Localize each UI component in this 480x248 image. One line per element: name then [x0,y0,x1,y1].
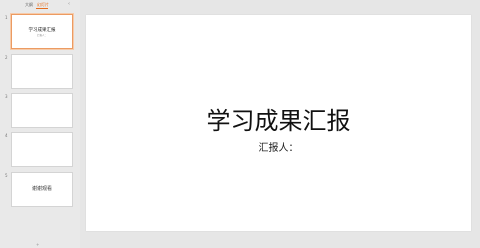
slide-thumbnail-1[interactable]: 学习成果汇报 汇报人： [11,14,73,49]
slide-title[interactable]: 学习成果汇报 [86,107,471,135]
thumbnail-title: 学习成果汇报 [28,28,56,33]
slide-thumbnail-panel: 大纲 幻灯片 ‹ 1 学习成果汇报 汇报人： 2 3 4 5 谢谢观看 + [0,0,80,248]
slide-thumbnail-5[interactable]: 谢谢观看 [11,172,73,207]
slide-thumbnail-3[interactable] [11,93,73,128]
slide-number: 1 [5,15,8,20]
thumbnail-subtitle: 汇报人： [36,34,47,37]
add-slide-icon[interactable]: + [36,243,39,247]
slide-canvas[interactable]: 学习成果汇报 汇报人： [86,15,471,231]
thumbnail-text: 谢谢观看 [31,186,52,192]
slide-subtitle[interactable]: 汇报人： [86,143,471,155]
tab-slides[interactable]: 幻灯片 [37,2,49,7]
slide-number: 3 [5,94,8,99]
slide-number: 5 [5,173,8,178]
active-tab-indicator [36,8,48,9]
slide-number: 2 [5,55,8,60]
slide-number: 4 [5,133,8,138]
slide-thumbnail-2[interactable] [11,54,73,89]
tab-outline[interactable]: 大纲 [25,2,33,7]
slide-thumbnail-4[interactable] [11,132,73,167]
panel-tabs: 大纲 幻灯片 ‹ [0,0,80,11]
collapse-panel-icon[interactable]: ‹ [68,2,70,7]
